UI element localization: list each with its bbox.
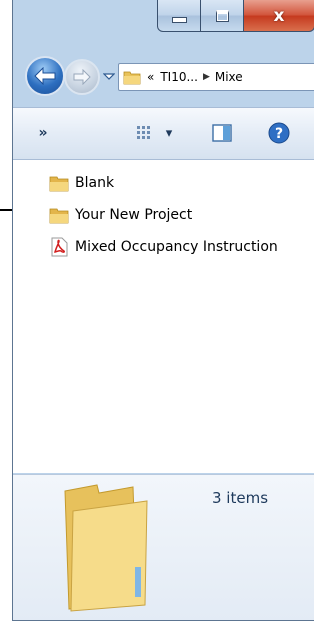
list-item[interactable]: Blank [49, 172, 114, 194]
chevron-down-icon [102, 73, 116, 80]
breadcrumb-mixed[interactable]: Mixe [215, 70, 243, 84]
close-button[interactable]: x [243, 0, 314, 32]
folder-large-icon [64, 484, 148, 612]
close-icon: x [273, 5, 285, 26]
chevron-down-icon: ▾ [165, 125, 173, 141]
folder-icon [49, 208, 69, 224]
minimize-button[interactable] [157, 0, 201, 32]
address-bar[interactable]: « TI10... ▶ Mixe [118, 63, 314, 91]
list-item[interactable]: Your New Project [49, 204, 192, 226]
pdf-icon [51, 237, 68, 257]
address-overflow-chevron[interactable]: « [147, 70, 154, 84]
help-icon: ? [268, 122, 290, 144]
preview-pane-button[interactable] [211, 122, 233, 144]
preview-pane-icon [212, 124, 232, 142]
views-icon [137, 126, 150, 139]
forward-arrow-icon [73, 69, 91, 85]
views-button[interactable] [134, 123, 156, 143]
back-arrow-icon [34, 67, 56, 85]
maximize-button[interactable] [200, 0, 244, 32]
item-label: Your New Project [75, 207, 193, 223]
explorer-window: x « TI10... ▶ Mixe » ▾ ? Blank Your New … [12, 0, 314, 621]
minimize-icon [171, 16, 187, 23]
maximize-icon [215, 9, 229, 22]
command-bar: » ▾ ? [13, 107, 314, 160]
file-list: Blank Your New Project Mixed Occupancy I… [13, 160, 314, 473]
svg-text:?: ? [275, 126, 283, 142]
folder-icon [49, 176, 69, 192]
chevron-right-double-icon: » [38, 125, 48, 141]
back-button[interactable] [25, 56, 65, 96]
item-count: 3 items [212, 489, 269, 507]
toolbar-overflow-button[interactable]: » [33, 123, 53, 143]
breadcrumb-ti10[interactable]: TI10... [160, 70, 198, 84]
item-label: Mixed Occupancy Instruction [75, 239, 278, 255]
views-dropdown-button[interactable]: ▾ [161, 123, 177, 143]
breadcrumb-separator-icon[interactable]: ▶ [203, 72, 210, 82]
folder-icon [123, 71, 141, 85]
list-item[interactable]: Mixed Occupancy Instruction [49, 236, 278, 258]
item-label: Blank [75, 175, 115, 191]
forward-button[interactable] [64, 59, 100, 95]
help-button[interactable]: ? [267, 121, 291, 145]
recent-pages-button[interactable] [102, 71, 116, 83]
details-pane: 3 items [13, 474, 314, 620]
address-row: « TI10... ▶ Mixe [13, 40, 314, 106]
